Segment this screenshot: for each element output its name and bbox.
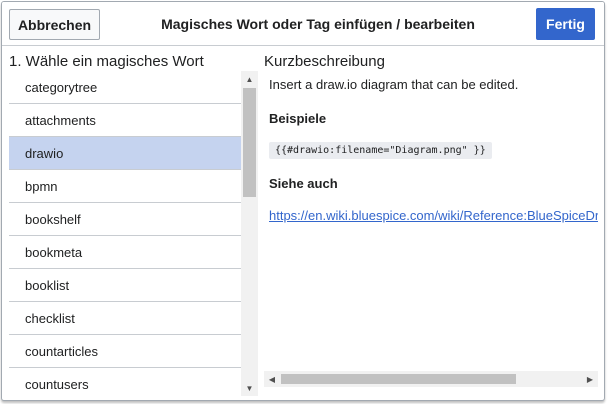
see-also-heading: Siehe auch (269, 176, 338, 191)
examples-heading: Beispiele (269, 111, 327, 126)
list-item-categorytree[interactable]: categorytree (9, 71, 241, 104)
scroll-left-arrow-icon[interactable]: ◀ (264, 371, 280, 387)
scroll-up-arrow-icon[interactable]: ▲ (241, 71, 258, 87)
list-scroll-thumb[interactable] (243, 88, 256, 197)
list-item-checklist[interactable]: checklist (9, 302, 241, 335)
list-item-bpmn[interactable]: bpmn (9, 170, 241, 203)
description-content: Insert a draw.io diagram that can be edi… (264, 71, 598, 371)
done-button[interactable]: Fertig (536, 8, 595, 40)
magic-word-list-heading: 1. Wähle ein magisches Wort (9, 53, 204, 70)
list-vertical-scrollbar[interactable]: ▲ ▼ (241, 71, 258, 396)
cancel-button[interactable]: Abbrechen (9, 9, 100, 40)
list-item-bookmeta[interactable]: bookmeta (9, 236, 241, 269)
list-item-countarticles[interactable]: countarticles (9, 335, 241, 368)
scroll-right-arrow-icon[interactable]: ▶ (582, 371, 598, 387)
example-code: {{#drawio:filename="Diagram.png" }} (269, 142, 492, 159)
dialog-header: Abbrechen Magisches Wort oder Tag einfüg… (2, 2, 604, 46)
dialog-title: Magisches Wort oder Tag einfügen / bearb… (161, 16, 475, 32)
description-scroll-thumb[interactable] (281, 374, 516, 384)
list-item-bookshelf[interactable]: bookshelf (9, 203, 241, 236)
see-also-link[interactable]: https://en.wiki.bluespice.com/wiki/Refer… (269, 208, 598, 223)
description-horizontal-scrollbar[interactable]: ◀ ▶ (264, 371, 598, 387)
description-panel: Insert a draw.io diagram that can be edi… (264, 71, 598, 387)
magic-word-dialog: Abbrechen Magisches Wort oder Tag einfüg… (1, 1, 605, 401)
list-item-booklist[interactable]: booklist (9, 269, 241, 302)
list-item-drawio[interactable]: drawio (9, 137, 241, 170)
magic-word-list[interactable]: categorytree attachments drawio bpmn boo… (9, 71, 259, 396)
description-heading: Kurzbeschreibung (264, 53, 385, 70)
scroll-down-arrow-icon[interactable]: ▼ (241, 380, 258, 396)
list-item-attachments[interactable]: attachments (9, 104, 241, 137)
description-text: Insert a draw.io diagram that can be edi… (269, 77, 519, 92)
list-item-countusers[interactable]: countusers (9, 368, 241, 396)
